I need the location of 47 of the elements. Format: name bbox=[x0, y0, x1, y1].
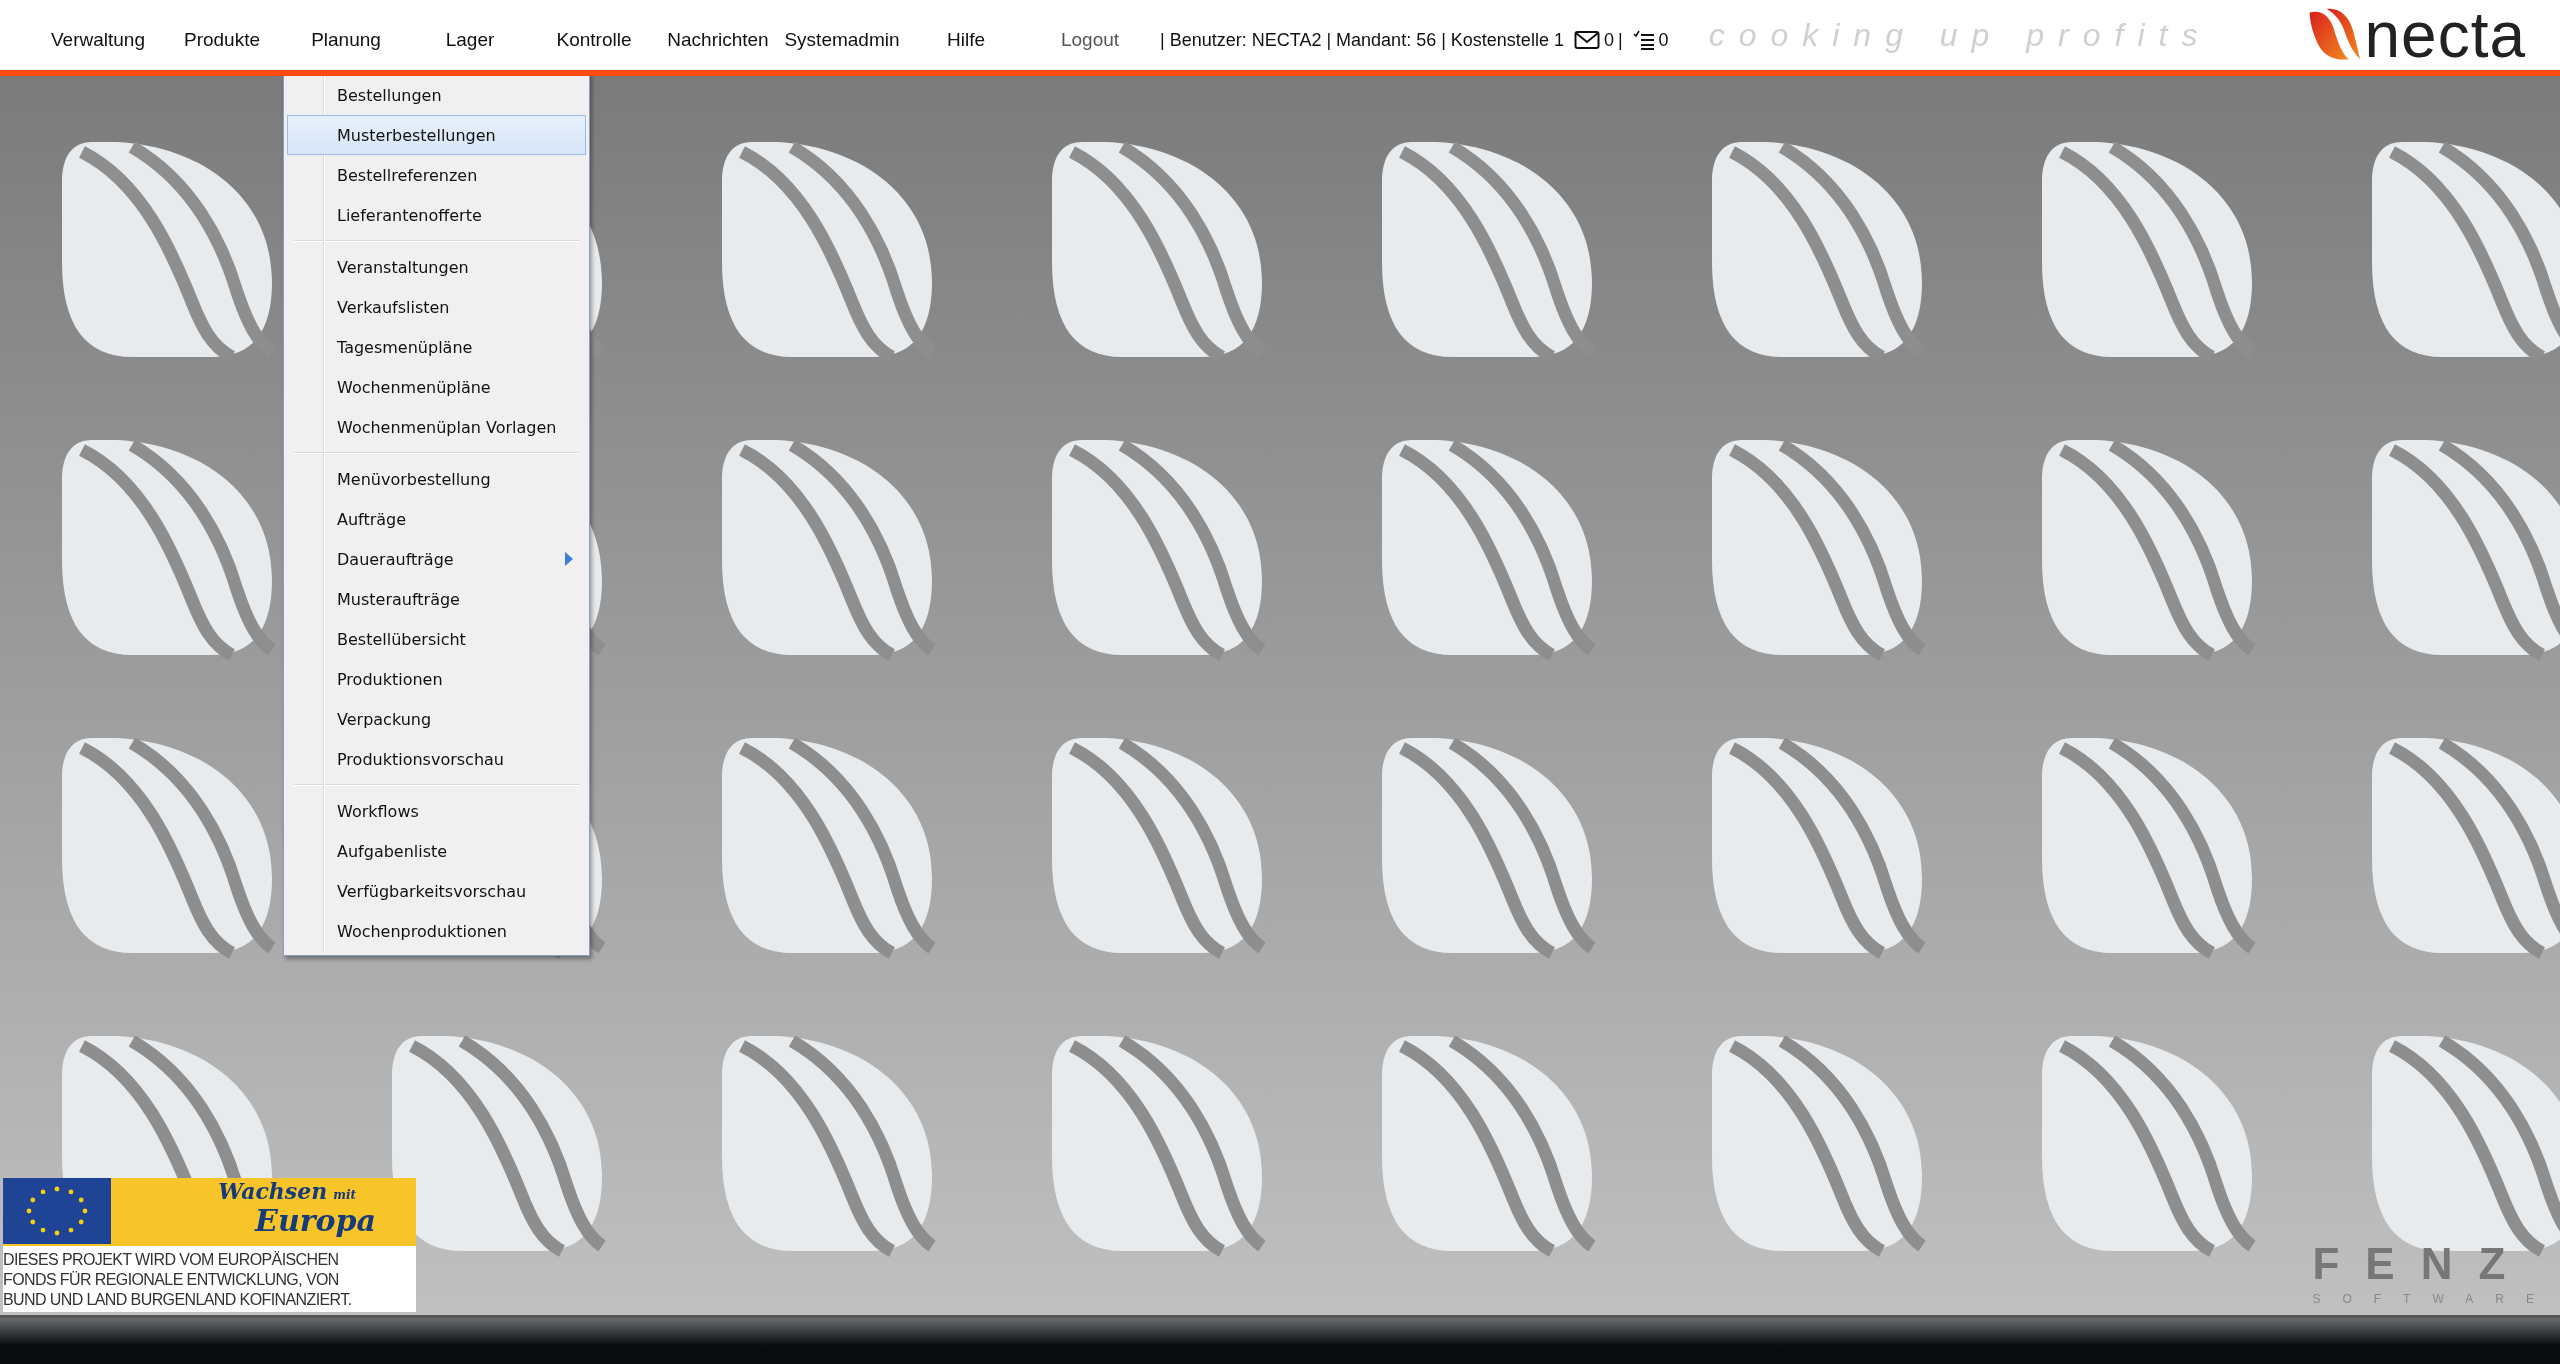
footer-logo-subtitle: SOFTWARE bbox=[2312, 1292, 2556, 1306]
banner-title: Wachsen bbox=[218, 1178, 328, 1204]
task-list-icon[interactable] bbox=[1632, 30, 1655, 50]
message-count: 0 bbox=[1603, 29, 1614, 51]
menu-item[interactable]: Systemadmin bbox=[780, 29, 904, 51]
logout-link[interactable]: Logout bbox=[1028, 29, 1152, 51]
menu-option[interactable]: Verkaufslisten bbox=[287, 287, 586, 327]
eu-flag-icon bbox=[3, 1178, 111, 1244]
menu-option[interactable]: Workflows bbox=[287, 791, 586, 831]
logo-wordmark: necta bbox=[2364, 3, 2526, 67]
menu-option[interactable]: Verfügbarkeitsvorschau bbox=[287, 871, 586, 911]
menu-option[interactable]: Aufgabenliste bbox=[287, 831, 586, 871]
menu-option[interactable]: Wochenmenüpläne bbox=[287, 367, 586, 407]
menu-item[interactable]: Kontrolle bbox=[532, 29, 656, 51]
menu-option[interactable]: Produktionen bbox=[287, 659, 586, 699]
menu-option[interactable]: Daueraufträge bbox=[287, 539, 586, 579]
menu-item[interactable]: Hilfe bbox=[904, 29, 1028, 51]
menu-option[interactable]: Bestellreferenzen bbox=[287, 155, 586, 195]
menu-option[interactable]: Wochenmenüplan Vorlagen bbox=[287, 407, 586, 447]
menu-option[interactable]: Lieferantenofferte bbox=[287, 195, 586, 235]
menu-option[interactable]: Musterbestellungen bbox=[287, 115, 586, 155]
submenu-arrow-icon bbox=[565, 552, 573, 566]
menu-item[interactable]: Verwaltung bbox=[36, 29, 160, 51]
menu-option[interactable]: Produktionsvorschau bbox=[287, 739, 586, 779]
menu-option[interactable]: Aufträge bbox=[287, 499, 586, 539]
envelope-icon[interactable] bbox=[1573, 30, 1600, 50]
banner-text: FONDS FÜR REGIONALE ENTWICKLUNG, VON bbox=[3, 1270, 340, 1290]
menu-item[interactable]: Lager bbox=[408, 29, 532, 51]
banner-text: DIESES PROJEKT WIRD VOM EUROPÄISCHEN bbox=[3, 1250, 340, 1270]
banner-title-large: Europa bbox=[255, 1204, 376, 1237]
menu-option[interactable]: Verpackung bbox=[287, 699, 586, 739]
menu-option[interactable]: Bestellungen bbox=[287, 76, 586, 115]
footer-logo-text: FENZ bbox=[2312, 1239, 2533, 1289]
menu-item[interactable]: Produkte bbox=[160, 29, 284, 51]
menu-option[interactable]: Tagesmenüpläne bbox=[287, 327, 586, 367]
user-info: | Benutzer: NECTA2 | Mandant: 56 | Kostenstelle 1 bbox=[1160, 29, 1564, 51]
menu-option[interactable]: Menüvorbestellung bbox=[287, 459, 586, 499]
menu-option[interactable]: Musteraufträge bbox=[287, 579, 586, 619]
menu-item[interactable]: Planung bbox=[284, 29, 408, 51]
menu-option[interactable]: Wochenproduktionen bbox=[287, 911, 586, 951]
divider-text: | bbox=[1617, 29, 1623, 51]
menu-option[interactable]: Veranstaltungen bbox=[287, 247, 586, 287]
menu-option[interactable]: Bestellübersicht bbox=[287, 619, 586, 659]
banner-title-small: mit bbox=[333, 1188, 356, 1202]
task-count: 0 bbox=[1658, 29, 1669, 51]
menu-item[interactable]: Nachrichten bbox=[656, 29, 780, 51]
banner-text: BUND UND LAND BURGENLAND KOFINANZIERT. bbox=[3, 1290, 353, 1310]
